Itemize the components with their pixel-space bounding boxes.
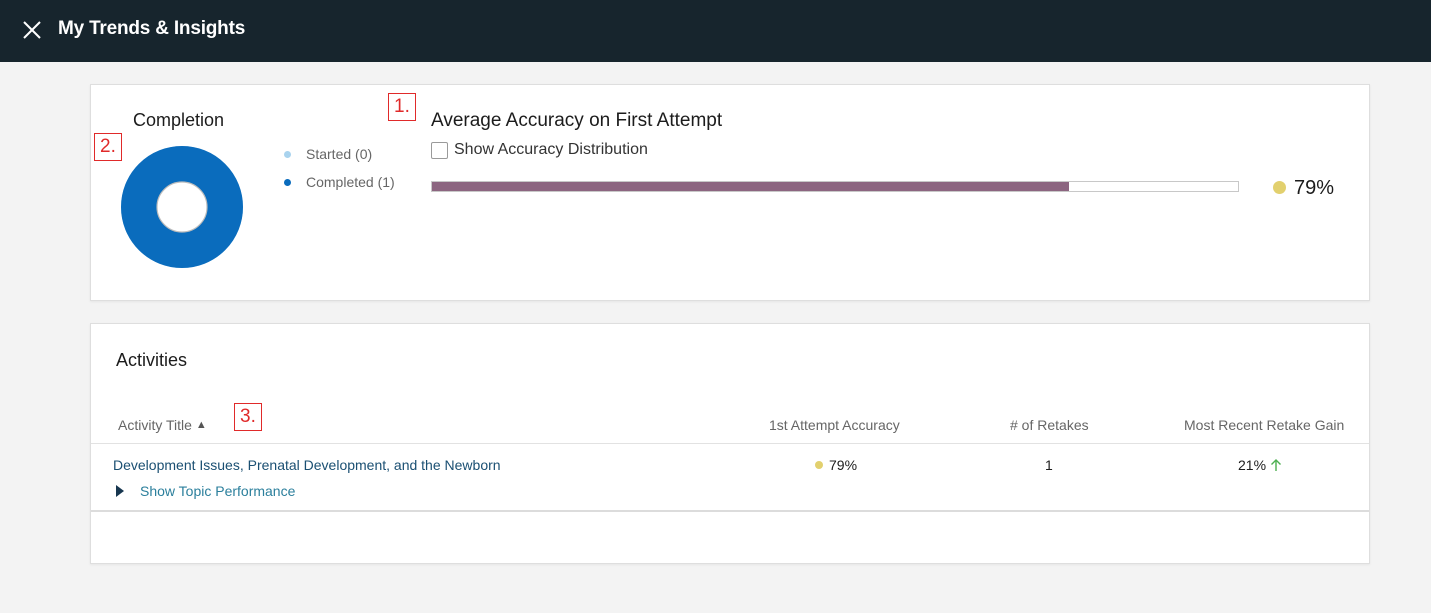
header-divider <box>91 443 1369 444</box>
summary-card: Completion Started (0) Completed (1) 1. … <box>90 84 1370 301</box>
legend-started-label: Started (0) <box>306 146 373 162</box>
close-icon <box>23 21 41 39</box>
arrow-up-icon <box>1271 459 1282 471</box>
accuracy-status-dot <box>1273 181 1286 194</box>
legend-started: Started (0) <box>284 146 372 162</box>
accuracy-value: 79% <box>1294 177 1335 199</box>
column-header-activity-title-label: Activity Title <box>118 417 192 433</box>
completion-title: Completion <box>133 110 225 130</box>
row-accuracy-value: 79% <box>829 457 858 473</box>
legend-started-dot <box>284 150 291 158</box>
show-topic-performance-toggle[interactable]: Show Topic Performance <box>116 483 295 499</box>
row-gain: 21% <box>1238 457 1282 473</box>
annotation-marker-3: 3. <box>234 403 262 431</box>
legend-completed: Completed (1) <box>284 174 395 190</box>
close-button[interactable] <box>18 16 46 44</box>
accuracy-title: Average Accuracy on First Attempt <box>431 110 723 131</box>
completion-donut-chart <box>121 146 243 268</box>
row-accuracy: 79% <box>815 457 857 473</box>
row-retakes: 1 <box>1045 457 1053 473</box>
legend-completed-label: Completed (1) <box>306 174 395 190</box>
column-header-activity-title[interactable]: Activity Title ▲ <box>118 417 207 433</box>
accuracy-distribution-checkbox[interactable] <box>431 141 448 159</box>
activities-card: Activities 3. Activity Title ▲ 1st Attem… <box>90 323 1370 564</box>
donut-hole <box>156 181 208 233</box>
annotation-marker-2: 2. <box>94 133 122 161</box>
sort-ascending-icon: ▲ <box>195 419 207 431</box>
caret-right-icon <box>116 485 124 497</box>
row-gain-value: 21% <box>1238 457 1267 473</box>
accuracy-distribution-toggle[interactable]: Show Accuracy Distribution <box>431 141 648 159</box>
row-divider <box>91 510 1369 512</box>
show-topic-performance-label: Show Topic Performance <box>140 483 296 499</box>
accuracy-distribution-label: Show Accuracy Distribution <box>454 141 648 158</box>
activity-link[interactable]: Development Issues, Prenatal Development… <box>113 457 501 473</box>
activities-title: Activities <box>116 350 188 370</box>
accuracy-status-dot <box>815 461 823 469</box>
column-header-retakes: # of Retakes <box>1010 417 1089 433</box>
accuracy-progress-bar <box>431 181 1239 192</box>
annotation-marker-1: 1. <box>388 93 416 121</box>
legend-completed-dot <box>284 178 291 186</box>
accuracy-progress-fill <box>432 182 1069 191</box>
column-header-accuracy: 1st Attempt Accuracy <box>769 417 900 433</box>
column-header-gain: Most Recent Retake Gain <box>1184 417 1345 433</box>
page-title: My Trends & Insights <box>58 18 246 39</box>
top-bar: My Trends & Insights <box>0 0 1431 62</box>
